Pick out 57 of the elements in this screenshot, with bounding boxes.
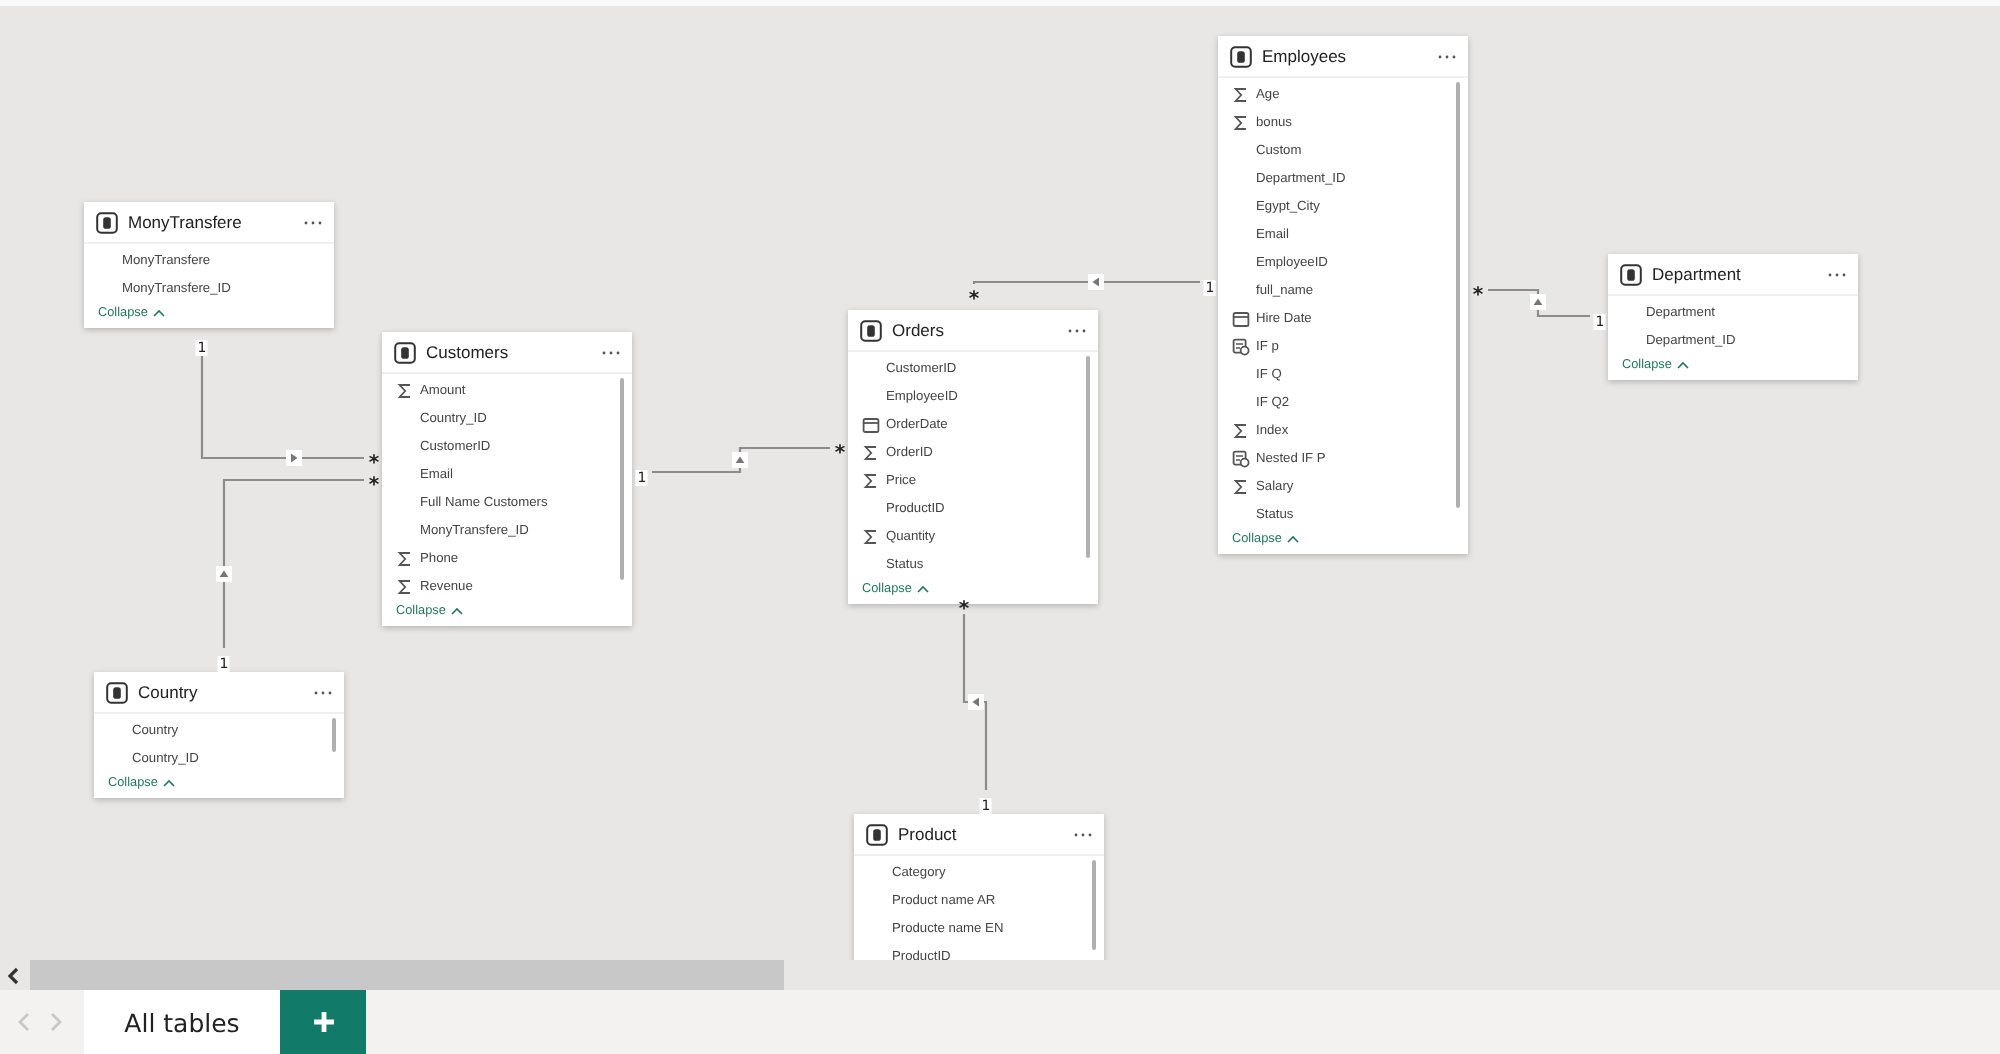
cardinality-label: * bbox=[956, 601, 972, 619]
calendar-icon bbox=[862, 415, 880, 433]
sigma-icon bbox=[862, 527, 880, 545]
sigma-icon bbox=[1232, 421, 1250, 439]
table-title: Customers bbox=[426, 342, 511, 362]
table-icon bbox=[1230, 45, 1252, 67]
scrollbar[interactable] bbox=[1456, 82, 1460, 508]
table-title: Product bbox=[898, 824, 959, 844]
sigma-icon bbox=[396, 381, 414, 399]
cardinality-label: * bbox=[832, 445, 848, 463]
table-title: Employees bbox=[1262, 46, 1349, 66]
relationship-line[interactable] bbox=[1488, 288, 1590, 318]
table-icon bbox=[394, 341, 416, 363]
caret-icon bbox=[449, 606, 464, 616]
table-icon bbox=[96, 211, 118, 233]
scrollbar[interactable] bbox=[620, 378, 624, 580]
more-options-icon[interactable] bbox=[1828, 271, 1846, 277]
relationship-line[interactable] bbox=[216, 478, 364, 648]
sigma-icon bbox=[1232, 477, 1250, 495]
relationship-line[interactable] bbox=[200, 352, 364, 466]
cardinality-label: * bbox=[366, 455, 382, 473]
table-icon bbox=[860, 319, 882, 341]
caret-icon bbox=[151, 308, 166, 318]
table-icon bbox=[866, 823, 888, 845]
table-title: Department bbox=[1652, 264, 1743, 284]
caret-icon bbox=[1285, 534, 1300, 544]
cardinality-label: * bbox=[1470, 287, 1486, 305]
table-title: MonyTransfere bbox=[128, 212, 244, 232]
more-options-icon[interactable] bbox=[314, 689, 332, 695]
more-options-icon[interactable] bbox=[304, 219, 322, 225]
table-icon bbox=[106, 681, 128, 703]
calculated-icon bbox=[1232, 449, 1250, 467]
more-options-icon[interactable] bbox=[1438, 53, 1456, 59]
more-options-icon[interactable] bbox=[1068, 327, 1086, 333]
table-icon bbox=[1620, 263, 1642, 285]
relationship-line[interactable] bbox=[652, 446, 830, 474]
caret-icon bbox=[915, 584, 930, 594]
relationship-line[interactable] bbox=[962, 614, 988, 790]
scrollbar-thumb[interactable] bbox=[30, 960, 784, 990]
table-title: Country bbox=[138, 682, 200, 702]
page-tab[interactable]: All tables bbox=[84, 990, 280, 1054]
scroll-left-icon[interactable] bbox=[4, 965, 24, 985]
more-options-icon[interactable] bbox=[602, 349, 620, 355]
more-options-icon[interactable] bbox=[1074, 831, 1092, 837]
add-page-button[interactable] bbox=[280, 990, 366, 1054]
cardinality-label: * bbox=[366, 477, 382, 495]
plus-icon bbox=[311, 1010, 335, 1034]
scrollbar[interactable] bbox=[1086, 356, 1090, 558]
scrollbar[interactable] bbox=[332, 718, 336, 752]
calendar-icon bbox=[1232, 309, 1250, 327]
cardinality-label: * bbox=[966, 291, 982, 309]
relationship-line[interactable] bbox=[972, 274, 1200, 290]
calculated-icon bbox=[1232, 337, 1250, 355]
caret-icon bbox=[161, 778, 176, 788]
scrollbar[interactable] bbox=[1092, 860, 1096, 950]
table-title: Orders bbox=[892, 320, 946, 340]
caret-icon bbox=[1675, 360, 1690, 370]
